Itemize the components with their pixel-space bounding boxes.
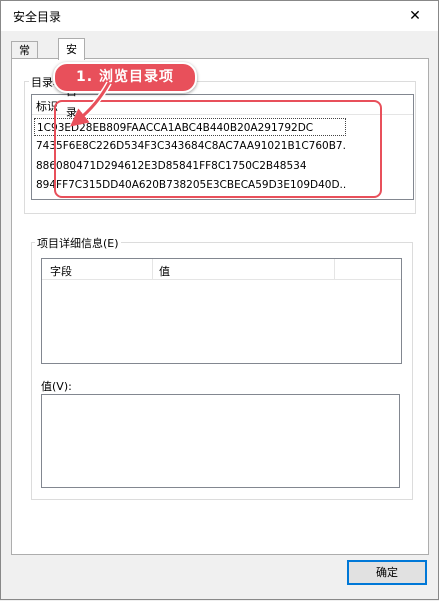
tab-security-catalog[interactable]: 安全目录 [58,38,85,119]
title-bar: 安全目录 ✕ [1,1,438,31]
window-title: 安全目录 [13,10,62,24]
ok-button[interactable]: 确定 [347,560,427,585]
close-button[interactable]: ✕ [392,1,438,31]
details-group-label: 项目详细信息(E) [35,235,121,251]
annotation-callout: 1. 浏览目录项 [53,62,197,93]
value-column-header[interactable]: 值 [159,263,170,279]
highlight-box [54,100,382,198]
details-list[interactable]: 字段 值 [41,258,402,364]
column-divider[interactable] [152,259,153,279]
tab-general[interactable]: 常规 [11,41,38,74]
column-divider[interactable] [334,259,335,279]
field-column-header[interactable]: 字段 [50,263,72,279]
value-label: 值(V): [41,380,72,393]
close-icon: ✕ [409,8,421,24]
details-list-header: 字段 值 [42,259,401,280]
value-textbox[interactable] [41,394,400,488]
security-catalog-dialog: 安全目录 ✕ 常规 安全目录 目录项 标识 1C93ED28EB809FAACC… [0,0,439,600]
